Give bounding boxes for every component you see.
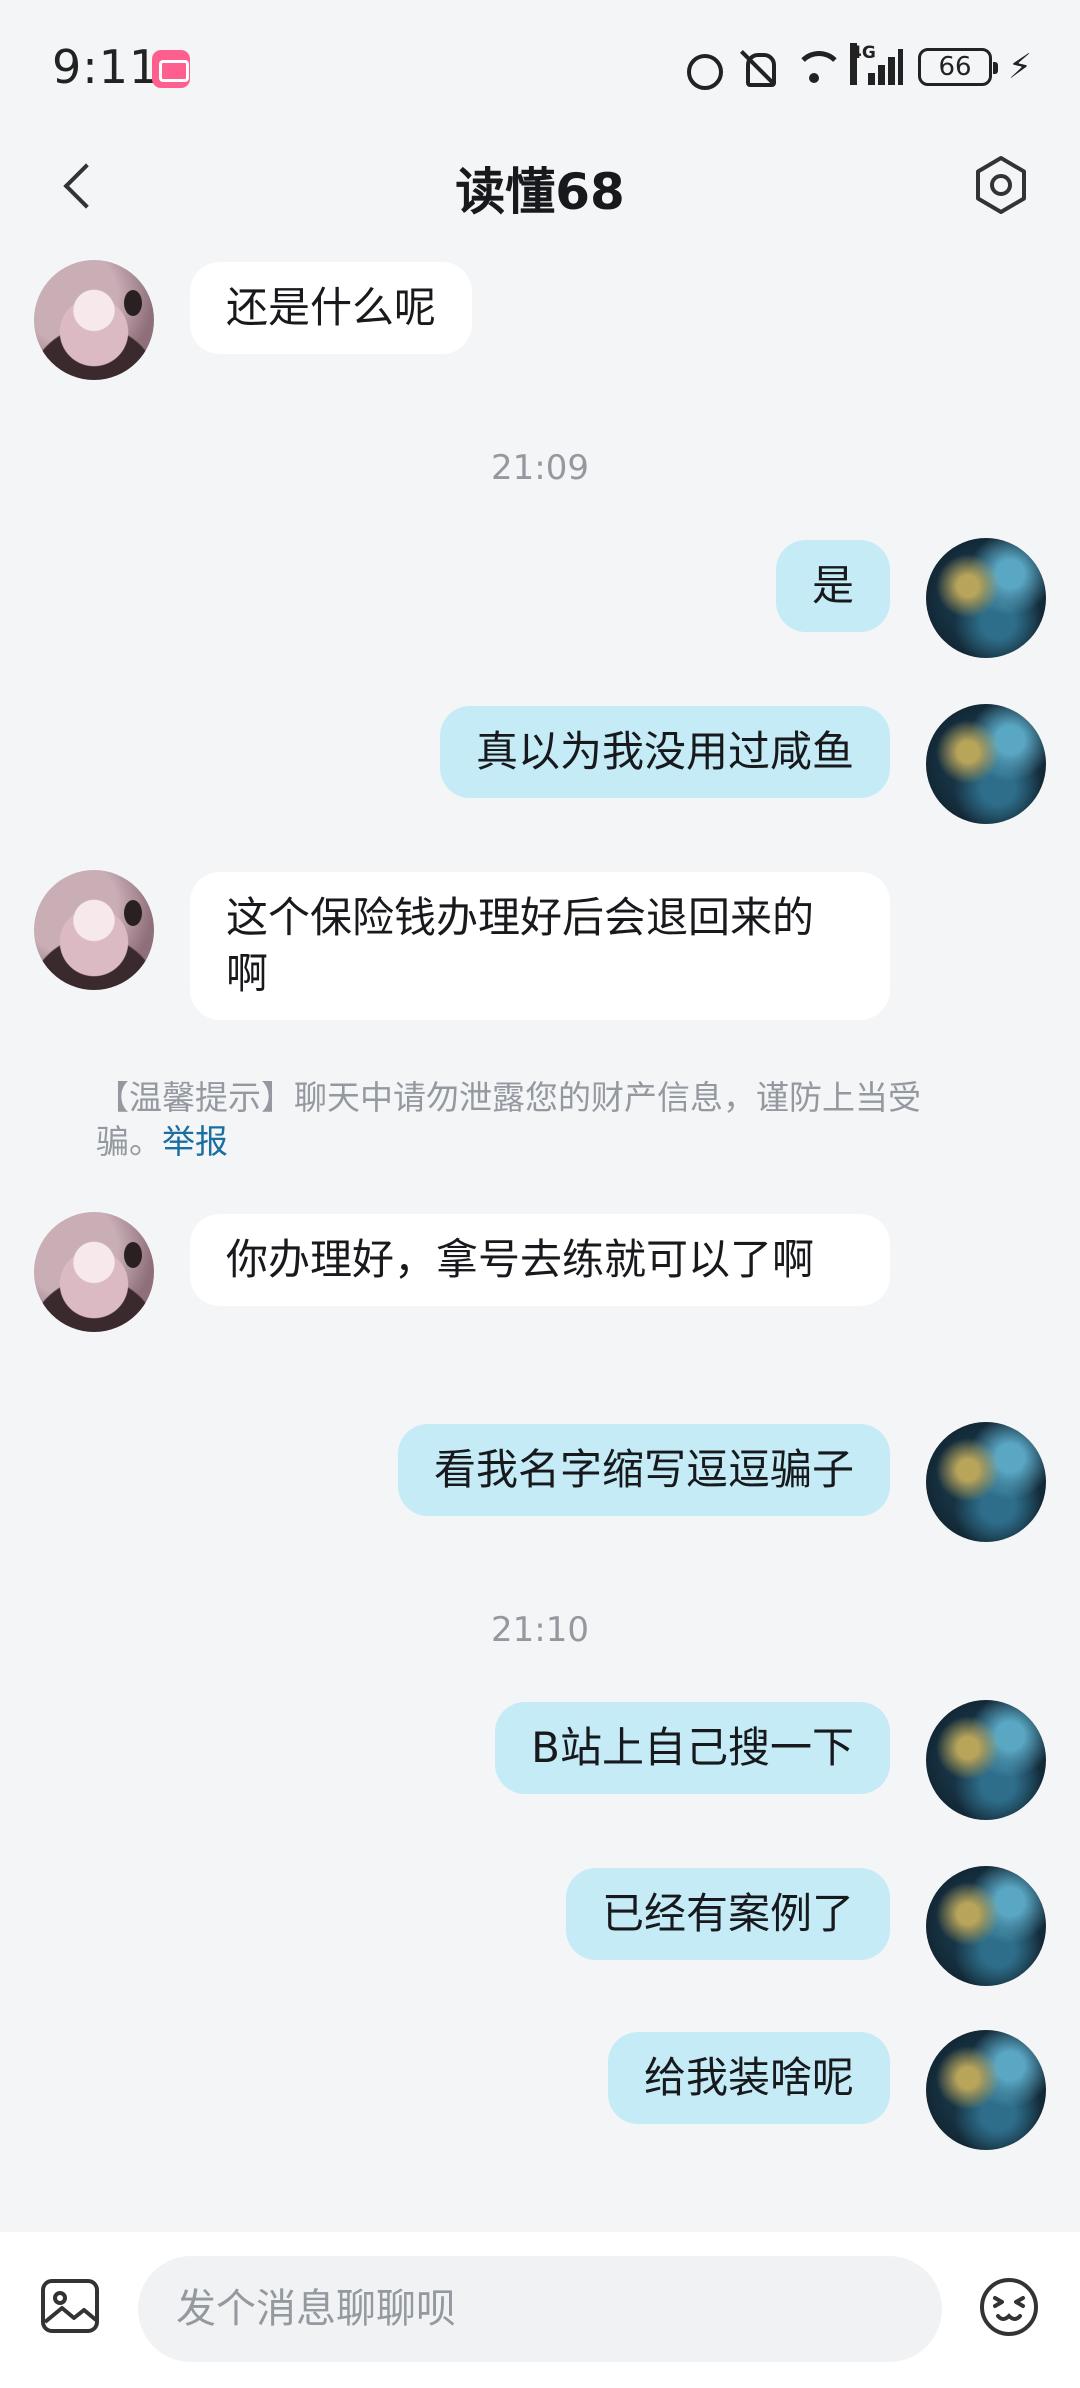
message-bubble[interactable]: 还是什么呢	[190, 262, 473, 354]
status-icons: 4G 66 ⚡︎	[682, 42, 1032, 92]
avatar[interactable]	[926, 538, 1046, 658]
avatar[interactable]	[926, 2030, 1046, 2150]
page-title: 读懂68	[455, 163, 625, 221]
message-bubble[interactable]: 看我名字缩写逗逗骗子	[397, 1424, 890, 1516]
status-bar: 9:11 4G 66 ⚡︎	[0, 0, 1080, 130]
message-bubble[interactable]: 已经有案例了	[565, 1868, 890, 1960]
avatar[interactable]	[926, 1866, 1046, 1986]
message-bubble[interactable]: 是	[775, 540, 890, 632]
message-bubble[interactable]: 给我装啥呢	[607, 2032, 890, 2124]
message-bubble[interactable]: 你办理好，拿号去练就可以了啊	[190, 1214, 890, 1306]
avatar[interactable]	[34, 1212, 154, 1332]
image-icon[interactable]	[40, 2278, 100, 2334]
wifi-icon	[794, 47, 844, 87]
timestamp: 21:09	[491, 448, 589, 488]
status-time: 9:11	[52, 40, 160, 94]
avatar[interactable]	[926, 1422, 1046, 1542]
report-link[interactable]: 举报	[162, 1122, 228, 1161]
emoji-icon[interactable]	[978, 2276, 1040, 2338]
bell-off-icon	[738, 47, 778, 87]
message-input[interactable]	[138, 2256, 942, 2362]
message-bubble[interactable]: B站上自己搜一下	[495, 1702, 890, 1794]
avatar[interactable]	[926, 704, 1046, 824]
safety-notice: 【温馨提示】聊天中请勿泄露您的财产信息，谨防上当受骗。举报	[96, 1076, 976, 1164]
charging-icon: ⚡︎	[1008, 47, 1032, 87]
message-bubble[interactable]: 这个保险钱办理好后会退回来的啊	[190, 872, 890, 1020]
chat-header: 读懂68	[0, 140, 1080, 230]
alarm-icon	[682, 47, 723, 90]
signal-icon: 4G	[850, 43, 903, 87]
settings-icon[interactable]	[970, 154, 1032, 216]
input-bar	[0, 2232, 1080, 2388]
avatar[interactable]	[34, 260, 154, 380]
avatar[interactable]	[926, 1700, 1046, 1820]
avatar[interactable]	[34, 870, 154, 990]
network-type: 4G	[850, 43, 876, 85]
bilibili-app-icon	[152, 50, 190, 88]
battery-indicator: 66	[918, 48, 998, 86]
message-bubble[interactable]: 真以为我没用过咸鱼	[439, 706, 890, 798]
timestamp: 21:10	[491, 1610, 589, 1650]
